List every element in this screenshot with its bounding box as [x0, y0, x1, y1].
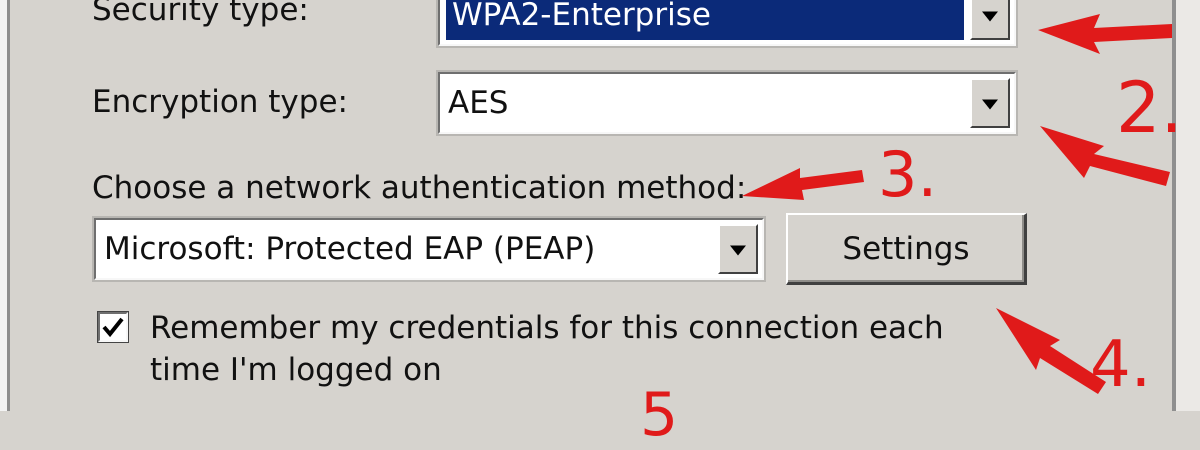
arrow-1	[1038, 14, 1172, 54]
arrow-3	[742, 168, 864, 200]
annotation-step3: 3.	[878, 138, 938, 211]
annotation-arrows	[742, 14, 1172, 394]
annotation-step2: 2.	[1116, 67, 1183, 149]
annotation-step4: 4.	[1090, 328, 1152, 402]
annotation-step5: 5	[640, 380, 679, 450]
